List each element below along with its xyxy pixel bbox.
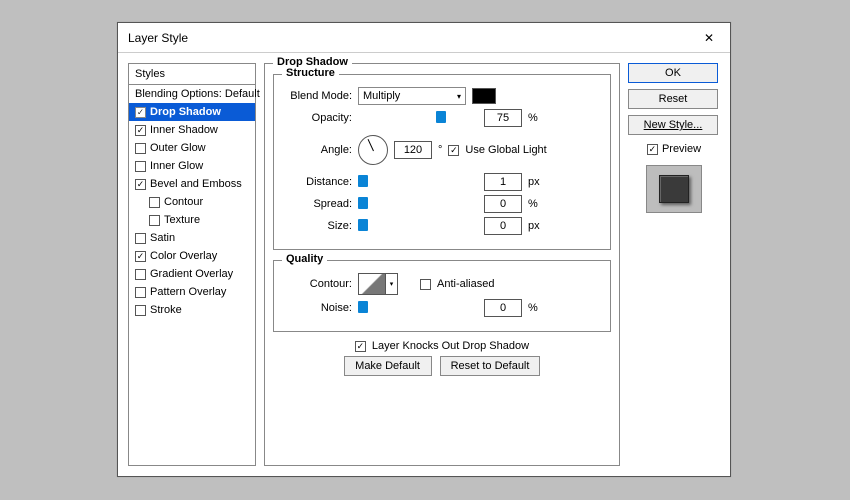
- spread-slider[interactable]: [358, 202, 478, 206]
- chevron-down-icon: ▾: [457, 92, 461, 101]
- unit-percent: %: [528, 302, 546, 314]
- titlebar: Layer Style ✕: [118, 23, 730, 53]
- blend-mode-select[interactable]: Multiply▾: [358, 87, 466, 105]
- checkbox-icon[interactable]: [135, 269, 146, 280]
- contour-swatch[interactable]: [358, 273, 386, 295]
- noise-slider[interactable]: [358, 306, 478, 310]
- angle-dial[interactable]: [358, 135, 388, 165]
- noise-input[interactable]: [484, 299, 522, 317]
- distance-input[interactable]: [484, 173, 522, 191]
- knocks-out-checkbox[interactable]: [355, 341, 366, 352]
- checkbox-icon[interactable]: [149, 197, 160, 208]
- drop-shadow-panel: Drop Shadow Structure Blend Mode: Multip…: [264, 63, 620, 466]
- structure-legend: Structure: [282, 67, 339, 79]
- style-stroke[interactable]: Stroke: [129, 301, 255, 319]
- unit-degree: °: [438, 144, 442, 156]
- spread-label: Spread:: [284, 198, 352, 210]
- checkbox-icon[interactable]: [135, 161, 146, 172]
- preview-checkbox[interactable]: [647, 144, 658, 155]
- right-buttons: OK Reset New Style... Preview: [628, 63, 720, 466]
- style-inner-shadow[interactable]: Inner Shadow: [129, 121, 255, 139]
- knocks-out-label: Layer Knocks Out Drop Shadow: [372, 340, 529, 352]
- style-outer-glow[interactable]: Outer Glow: [129, 139, 255, 157]
- structure-group: Structure Blend Mode: Multiply▾ Opacity:…: [273, 74, 611, 250]
- size-slider[interactable]: [358, 224, 478, 228]
- layer-style-dialog: Layer Style ✕ Styles Blending Options: D…: [117, 22, 731, 477]
- ok-button[interactable]: OK: [628, 63, 718, 83]
- shadow-color-swatch[interactable]: [472, 88, 496, 104]
- checkbox-icon[interactable]: [135, 107, 146, 118]
- unit-percent: %: [528, 112, 546, 124]
- style-pattern-overlay[interactable]: Pattern Overlay: [129, 283, 255, 301]
- preview-label: Preview: [662, 143, 701, 155]
- distance-label: Distance:: [284, 176, 352, 188]
- checkbox-icon[interactable]: [135, 233, 146, 244]
- quality-group: Quality Contour: ▾ Anti-aliased Noise: %: [273, 260, 611, 332]
- antialiased-checkbox[interactable]: [420, 279, 431, 290]
- make-default-button[interactable]: Make Default: [344, 356, 432, 376]
- checkbox-icon[interactable]: [135, 305, 146, 316]
- contour-label: Contour:: [284, 278, 352, 290]
- checkbox-icon[interactable]: [149, 215, 160, 226]
- checkbox-icon[interactable]: [135, 251, 146, 262]
- style-contour[interactable]: Contour: [129, 193, 255, 211]
- style-texture[interactable]: Texture: [129, 211, 255, 229]
- antialiased-label: Anti-aliased: [437, 278, 494, 290]
- unit-percent: %: [528, 198, 546, 210]
- distance-slider[interactable]: [358, 180, 478, 184]
- noise-label: Noise:: [284, 302, 352, 314]
- dialog-title: Layer Style: [128, 31, 188, 45]
- reset-default-button[interactable]: Reset to Default: [440, 356, 541, 376]
- style-color-overlay[interactable]: Color Overlay: [129, 247, 255, 265]
- new-style-button[interactable]: New Style...: [628, 115, 718, 135]
- use-global-label: Use Global Light: [465, 144, 546, 156]
- checkbox-icon[interactable]: [135, 179, 146, 190]
- style-gradient-overlay[interactable]: Gradient Overlay: [129, 265, 255, 283]
- preview-thumbnail: [646, 165, 702, 213]
- reset-button[interactable]: Reset: [628, 89, 718, 109]
- style-inner-glow[interactable]: Inner Glow: [129, 157, 255, 175]
- blend-mode-label: Blend Mode:: [284, 90, 352, 102]
- spread-input[interactable]: [484, 195, 522, 213]
- opacity-slider[interactable]: [358, 116, 478, 120]
- styles-header: Styles: [129, 64, 255, 85]
- opacity-input[interactable]: [484, 109, 522, 127]
- checkbox-icon[interactable]: [135, 143, 146, 154]
- angle-input[interactable]: [394, 141, 432, 159]
- use-global-checkbox[interactable]: [448, 145, 459, 156]
- style-satin[interactable]: Satin: [129, 229, 255, 247]
- style-bevel[interactable]: Bevel and Emboss: [129, 175, 255, 193]
- size-input[interactable]: [484, 217, 522, 235]
- style-drop-shadow[interactable]: Drop Shadow: [129, 103, 255, 121]
- unit-px: px: [528, 220, 546, 232]
- opacity-label: Opacity:: [284, 112, 352, 124]
- unit-px: px: [528, 176, 546, 188]
- checkbox-icon[interactable]: [135, 125, 146, 136]
- style-blending[interactable]: Blending Options: Default: [129, 85, 255, 103]
- quality-legend: Quality: [282, 253, 327, 265]
- size-label: Size:: [284, 220, 352, 232]
- angle-label: Angle:: [284, 144, 352, 156]
- close-icon[interactable]: ✕: [698, 31, 720, 45]
- contour-dropdown[interactable]: ▾: [386, 273, 398, 295]
- checkbox-icon[interactable]: [135, 287, 146, 298]
- styles-list: Styles Blending Options: Default Drop Sh…: [128, 63, 256, 466]
